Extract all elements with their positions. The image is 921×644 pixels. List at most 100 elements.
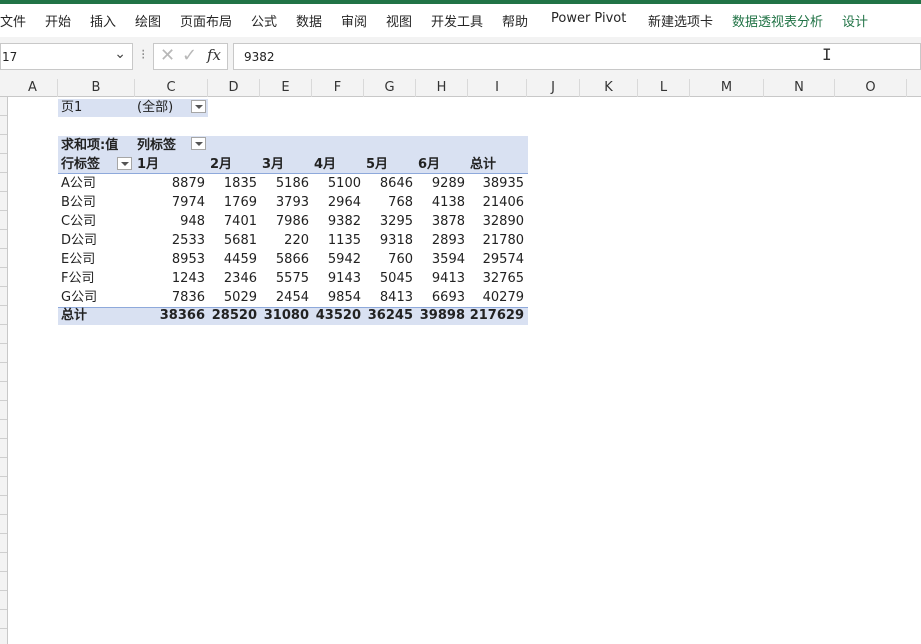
row-divider [0, 628, 7, 629]
column-header-B[interactable]: B [58, 79, 135, 97]
table-cell: 8413 [379, 290, 413, 305]
ribbon-tab-10[interactable]: 帮助 [502, 11, 528, 30]
table-cell: 5575 [275, 271, 309, 286]
table-cell: 9854 [327, 290, 361, 305]
row-divider [0, 609, 7, 610]
ribbon-tab-11[interactable]: Power Pivot [551, 11, 626, 26]
table-cell: 32890 [482, 214, 524, 229]
table-cell: 9143 [327, 271, 361, 286]
total-cell: 39898 [419, 308, 465, 323]
table-cell: 9289 [431, 176, 465, 191]
cancel-icon[interactable]: ✕ [160, 45, 175, 66]
ribbon-tab-3[interactable]: 绘图 [135, 11, 161, 30]
ribbon-tab-12[interactable]: 新建选项卡 [648, 11, 713, 30]
formula-input[interactable]: 9382 [233, 43, 921, 70]
row-divider [0, 286, 7, 287]
table-cell: 2346 [223, 271, 257, 286]
table-cell: 948 [180, 214, 205, 229]
table-cell: 21780 [482, 233, 524, 248]
table-cell: 6693 [431, 290, 465, 305]
column-header-F[interactable]: F [312, 79, 364, 97]
row-divider [0, 229, 7, 230]
month-header-3: 4月 [314, 157, 337, 172]
more-icon[interactable]: ⁝ [141, 47, 145, 63]
column-headers: ABCDEFGHIJKLMNO [0, 79, 921, 97]
row-divider [0, 153, 7, 154]
table-cell: 9413 [431, 271, 465, 286]
column-header-J[interactable]: J [527, 79, 580, 97]
row-divider [0, 362, 7, 363]
row-labels-header: 行标签 [61, 157, 101, 172]
column-header-O[interactable]: O [835, 79, 907, 97]
row-divider [0, 210, 7, 211]
ribbon-tab-2[interactable]: 插入 [90, 11, 116, 30]
column-header-C[interactable]: C [135, 79, 208, 97]
formula-value: 9382 [244, 50, 275, 64]
table-cell: 8879 [171, 176, 205, 191]
formula-bar: 17 ⌄ ⁝ ✕ ✓ fx 9382 I [0, 37, 921, 79]
table-cell: 1135 [327, 233, 361, 248]
enter-icon[interactable]: ✓ [182, 45, 197, 66]
table-cell: 5866 [275, 252, 309, 267]
table-cell: 7986 [275, 214, 309, 229]
row-divider [0, 191, 7, 192]
total-cell: 38366 [159, 308, 205, 323]
text-cursor-icon: I [822, 45, 832, 64]
total-cell: 36245 [367, 308, 413, 323]
value-field-label: 求和项:值 [61, 138, 119, 153]
table-cell: 4459 [223, 252, 257, 267]
table-cell: 1769 [223, 195, 257, 210]
table-cell: 5186 [275, 176, 309, 191]
ribbon-tab-8[interactable]: 视图 [386, 11, 412, 30]
table-cell: 1243 [171, 271, 205, 286]
table-cell: 2893 [431, 233, 465, 248]
ribbon-tab-14[interactable]: 设计 [842, 11, 868, 30]
row-divider [0, 305, 7, 306]
ribbon-tab-6[interactable]: 数据 [296, 11, 322, 30]
row-divider [0, 134, 7, 135]
formula-actions: ✕ ✓ fx [153, 43, 228, 70]
insert-function-icon[interactable]: fx [207, 46, 221, 64]
row-divider [0, 476, 7, 477]
table-row: D公司 [61, 233, 98, 248]
filter-label: 页1 [61, 100, 83, 115]
table-row: A公司 [61, 176, 96, 191]
ribbon-tab-1[interactable]: 开始 [45, 11, 71, 30]
chevron-down-icon[interactable]: ⌄ [114, 46, 126, 62]
column-header-A[interactable]: A [8, 79, 58, 97]
table-row: F公司 [61, 271, 95, 286]
table-cell: 3594 [431, 252, 465, 267]
column-labels-header: 列标签 [137, 138, 177, 153]
ribbon-tab-13[interactable]: 数据透视表分析 [732, 11, 823, 30]
row-labels-dropdown-icon[interactable] [117, 157, 132, 170]
column-header-I[interactable]: I [468, 79, 527, 97]
total-cell: 217629 [469, 308, 524, 323]
name-box[interactable]: 17 ⌄ [0, 43, 133, 70]
column-header-G[interactable]: G [364, 79, 416, 97]
ribbon-tab-0[interactable]: 文件 [0, 11, 26, 30]
ribbon-tab-4[interactable]: 页面布局 [180, 11, 232, 30]
table-cell: 5100 [327, 176, 361, 191]
table-cell: 8646 [379, 176, 413, 191]
ribbon-tab-7[interactable]: 审阅 [341, 11, 367, 30]
column-labels-dropdown-icon[interactable] [191, 137, 206, 150]
table-cell: 40279 [482, 290, 524, 305]
row-divider [0, 533, 7, 534]
column-header-N[interactable]: N [764, 79, 835, 97]
row-divider [0, 552, 7, 553]
column-header-K[interactable]: K [580, 79, 638, 97]
column-header-L[interactable]: L [638, 79, 690, 97]
column-header-H[interactable]: H [416, 79, 468, 97]
filter-dropdown-icon[interactable] [191, 100, 206, 113]
ribbon-tab-9[interactable]: 开发工具 [431, 11, 483, 30]
worksheet-grid[interactable]: 页1 (全部) 求和项:值 列标签 行标签 1月 2月 3月 4月 5月 6月 总计 A公司 8879 18… [8, 97, 921, 644]
column-header-M[interactable]: M [690, 79, 764, 97]
table-cell: 9318 [379, 233, 413, 248]
ribbon-tab-5[interactable]: 公式 [251, 11, 277, 30]
month-header-5: 6月 [418, 157, 441, 172]
column-header-E[interactable]: E [260, 79, 312, 97]
column-header-D[interactable]: D [208, 79, 260, 97]
table-cell: 8953 [171, 252, 205, 267]
table-row: C公司 [61, 214, 97, 229]
table-cell: 38935 [482, 176, 524, 191]
